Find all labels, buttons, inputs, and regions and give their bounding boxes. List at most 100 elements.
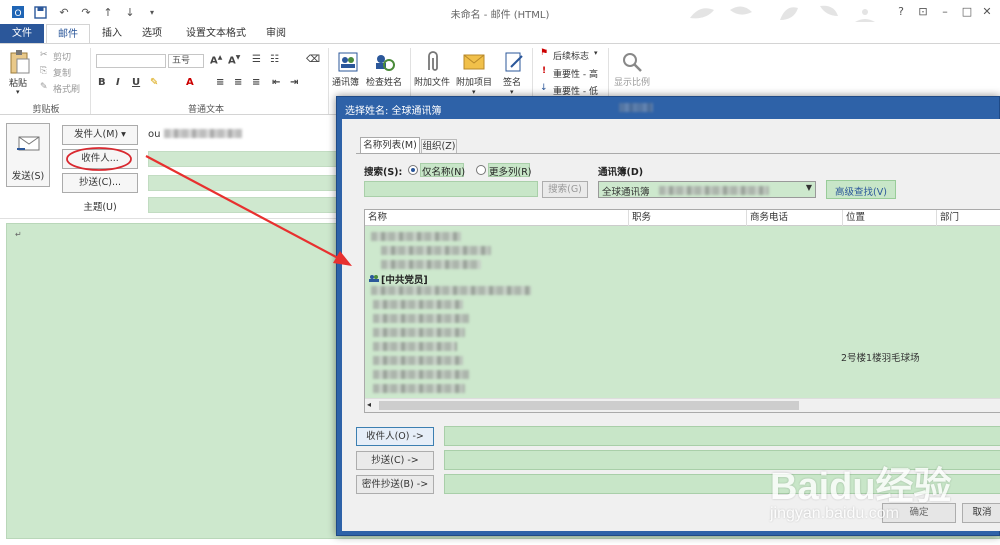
check-names-icon[interactable] — [372, 50, 396, 74]
list-item[interactable] — [371, 286, 531, 295]
radio-name-only[interactable] — [408, 165, 418, 175]
scroll-thumb[interactable] — [379, 401, 799, 410]
close-icon[interactable]: ✕ — [978, 4, 996, 20]
search-input[interactable] — [364, 181, 538, 197]
flag-icon[interactable]: ⚑ — [540, 48, 548, 58]
underline-icon[interactable]: U — [132, 77, 140, 88]
tab-file[interactable]: 文件 — [0, 24, 44, 44]
high-importance-icon[interactable]: ! — [542, 66, 546, 76]
format-painter-label[interactable]: 格式刷 — [53, 82, 80, 95]
address-book-label[interactable]: 通讯簿 — [332, 75, 359, 88]
to-field[interactable] — [148, 151, 338, 167]
list-item[interactable] — [373, 342, 457, 351]
restore-ribbon-icon[interactable]: ⊡ — [914, 4, 932, 20]
grow-font-icon[interactable]: A▲ — [210, 54, 222, 66]
align-right-icon[interactable]: ≡ — [252, 77, 260, 88]
list-item[interactable] — [381, 246, 491, 255]
low-importance-icon[interactable]: ↓ — [540, 83, 548, 93]
zoom-icon[interactable] — [620, 50, 644, 74]
subject-field[interactable] — [148, 197, 338, 213]
list-item-group[interactable]: [中共党员] — [381, 272, 428, 286]
cc-button[interactable]: 抄送(C)... — [62, 173, 138, 193]
column-location[interactable]: 位置 — [843, 210, 937, 226]
cc-field[interactable] — [148, 175, 338, 191]
to-recipients-field[interactable] — [444, 426, 1000, 446]
attach-file-label[interactable]: 附加文件 — [414, 75, 450, 88]
signature-label[interactable]: 签名 — [503, 75, 521, 88]
bcc-recipients-button[interactable]: 密件抄送(B) -> — [356, 475, 434, 494]
signature-icon[interactable] — [502, 50, 526, 74]
address-book-icon[interactable] — [336, 50, 360, 74]
radio-more-columns-label[interactable]: 更多列(R) — [489, 164, 532, 178]
minimize-icon[interactable]: – — [936, 4, 954, 20]
numbering-icon[interactable]: ☷ — [270, 54, 279, 65]
align-center-icon[interactable]: ≡ — [234, 77, 242, 88]
font-name-combo[interactable] — [96, 54, 166, 68]
signature-dropdown-icon[interactable]: ▾ — [510, 88, 514, 96]
column-name[interactable]: 名称 — [365, 210, 629, 226]
list-item[interactable] — [371, 232, 461, 241]
radio-more-columns[interactable] — [476, 165, 486, 175]
send-button[interactable]: 发送(S) — [6, 123, 50, 187]
shrink-font-icon[interactable]: A▼ — [228, 54, 240, 66]
scroll-left-icon[interactable]: ◂ — [367, 400, 371, 409]
font-size-combo[interactable]: 五号 — [168, 54, 204, 68]
list-item[interactable] — [373, 370, 469, 379]
high-importance-label[interactable]: 重要性 - 高 — [553, 67, 598, 80]
paste-icon[interactable] — [6, 48, 34, 76]
list-item[interactable] — [381, 260, 481, 269]
column-title[interactable]: 职务 — [629, 210, 747, 226]
bold-icon[interactable]: B — [98, 77, 106, 88]
maximize-icon[interactable]: □ — [958, 4, 976, 20]
paste-dropdown-icon[interactable]: ▾ — [16, 88, 20, 96]
paperclip-icon[interactable] — [420, 50, 444, 74]
tab-review[interactable]: 审阅 — [258, 24, 294, 44]
copy-icon[interactable]: ⎘ — [40, 66, 47, 76]
attach-item-dropdown-icon[interactable]: ▾ — [472, 88, 476, 96]
cancel-button[interactable]: 取消 — [962, 503, 1000, 523]
zoom-label[interactable]: 显示比例 — [614, 75, 650, 88]
align-left-icon[interactable]: ≡ — [216, 77, 224, 88]
list-item[interactable] — [373, 384, 465, 393]
tab-insert[interactable]: 插入 — [94, 24, 130, 44]
address-book-select[interactable]: 全球通讯簿 ▼ — [598, 181, 816, 198]
tab-name-list[interactable]: 名称列表(M) — [360, 137, 420, 153]
from-redacted — [164, 129, 242, 138]
tab-organization[interactable]: 组织(Z) — [421, 139, 457, 153]
column-department[interactable]: 部门 — [937, 210, 1000, 226]
list-item[interactable] — [373, 328, 465, 337]
list-item[interactable] — [373, 300, 463, 309]
column-phone[interactable]: 商务电话 — [747, 210, 843, 226]
search-button[interactable]: 搜索(G) — [542, 181, 588, 198]
decrease-indent-icon[interactable]: ⇤ — [272, 77, 280, 88]
attach-item-icon[interactable] — [462, 50, 486, 74]
tab-format-text[interactable]: 设置文本格式 — [176, 24, 256, 44]
help-icon[interactable]: ? — [892, 4, 910, 20]
follow-up-label[interactable]: 后续标志 — [553, 49, 589, 62]
check-names-label[interactable]: 检查姓名 — [366, 75, 402, 88]
to-recipients-button[interactable]: 收件人(O) -> — [356, 427, 434, 446]
copy-label[interactable]: 复制 — [53, 66, 71, 79]
advanced-find-button[interactable]: 高级查找(V) — [826, 180, 896, 199]
clear-formatting-icon[interactable]: ⌫ — [306, 54, 320, 65]
from-button[interactable]: 发件人(M) ▾ — [62, 125, 138, 145]
follow-up-dropdown-icon[interactable]: ▾ — [594, 49, 598, 57]
format-painter-icon[interactable]: ✎ — [40, 82, 48, 92]
cc-recipients-button[interactable]: 抄送(C) -> — [356, 451, 434, 470]
font-color-icon[interactable]: A — [186, 77, 194, 88]
highlight-icon[interactable]: ✎ — [150, 77, 158, 88]
horizontal-scrollbar[interactable]: ◂ — [365, 398, 1000, 412]
tab-options[interactable]: 选项 — [134, 24, 170, 44]
radio-name-only-label[interactable]: 仅名称(N) — [422, 164, 465, 178]
name-list[interactable]: 名称 职务 商务电话 位置 部门 [中共党员] 2号楼1楼羽毛球场 ◂ — [364, 209, 1000, 413]
tab-message[interactable]: 邮件 — [46, 24, 90, 44]
attach-item-label[interactable]: 附加项目 — [456, 75, 492, 88]
bullets-icon[interactable]: ☰ — [252, 54, 261, 65]
increase-indent-icon[interactable]: ⇥ — [290, 77, 298, 88]
cut-icon[interactable]: ✂ — [40, 50, 48, 60]
cut-label[interactable]: 剪切 — [53, 50, 71, 63]
italic-icon[interactable]: I — [116, 77, 120, 88]
list-item[interactable] — [373, 356, 463, 365]
list-item[interactable] — [373, 314, 469, 323]
chevron-down-icon[interactable]: ▼ — [806, 183, 812, 192]
